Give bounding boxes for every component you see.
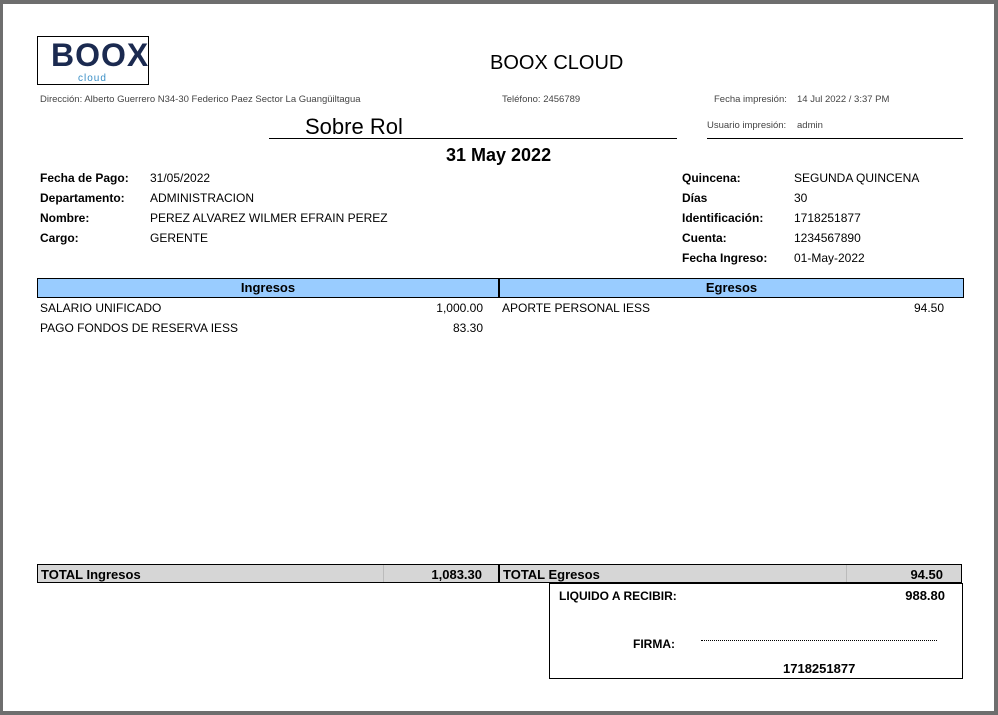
name-value: PEREZ ALVAREZ WILMER EFRAIN PEREZ [150,211,388,225]
income-total-value: 1,083.30 [431,567,482,582]
title-divider-right [707,138,963,139]
deductions-total-separator [846,565,847,582]
signature-line [701,640,937,641]
department-value: ADMINISTRACION [150,191,255,205]
logo-text: BOOX [51,37,150,73]
print-date-label: Fecha impresión: [714,94,787,105]
hire-date-label: Fecha Ingreso: [682,251,768,265]
income-row-concept: PAGO FONDOS DE RESERVA IESS [40,321,239,335]
document-title: Sobre Rol [305,114,403,139]
signature-id: 1718251877 [783,661,856,676]
department-label: Departamento: [40,191,125,205]
net-pay-label: LIQUIDO A RECIBIR: [559,589,677,603]
print-user-value: admin [797,120,823,131]
income-total-label: TOTAL Ingresos [41,567,141,582]
id-label: Identificación: [682,211,764,225]
net-pay-value: 988.80 [905,588,945,603]
deductions-header: Egresos [499,278,964,298]
company-phone: Teléfono: 2456789 [502,94,581,105]
signature-label: FIRMA: [633,637,675,651]
logo-subtext: cloud [78,73,107,84]
position-label: Cargo: [40,231,79,245]
company-name: BOOX CLOUD [490,52,624,74]
income-row-amount: 1,000.00 [436,301,483,315]
payroll-date: 31 May 2022 [446,145,552,165]
print-date-value: 14 Jul 2022 / 3:37 PM [797,94,890,105]
id-value: 1718251877 [794,211,861,225]
payment-date-label: Fecha de Pago: [40,171,129,185]
company-address: Dirección: Alberto Guerrero N34-30 Feder… [40,94,361,105]
days-label: Días [682,191,708,205]
deductions-total-bar: TOTAL Egresos 94.50 [499,564,962,583]
income-row-concept: SALARIO UNIFICADO [40,301,162,315]
income-total-separator [383,565,384,582]
income-row-amount: 83.30 [452,321,483,335]
title-divider [269,138,677,139]
days-value: 30 [794,191,808,205]
position-value: GERENTE [150,231,209,245]
deduction-row-amount: 94.50 [913,301,944,315]
name-label: Nombre: [40,211,90,225]
payslip-page: BOOX cloud BOOX CLOUD Dirección: Alberto… [3,4,994,711]
income-header: Ingresos [37,278,499,298]
income-total-bar: TOTAL Ingresos 1,083.30 [37,564,499,583]
deductions-total-value: 94.50 [910,567,943,582]
hire-date-value: 01-May-2022 [794,251,865,265]
print-user-label: Usuario impresión: [707,120,787,131]
fortnight-label: Quincena: [682,171,741,185]
account-value: 1234567890 [794,231,861,245]
fortnight-value: SEGUNDA QUINCENA [794,171,920,185]
account-label: Cuenta: [682,231,727,245]
company-logo: BOOX cloud [37,36,149,85]
deduction-row-concept: APORTE PERSONAL IESS [502,301,651,315]
deductions-total-label: TOTAL Egresos [503,567,600,582]
payment-date-value: 31/05/2022 [150,171,211,185]
